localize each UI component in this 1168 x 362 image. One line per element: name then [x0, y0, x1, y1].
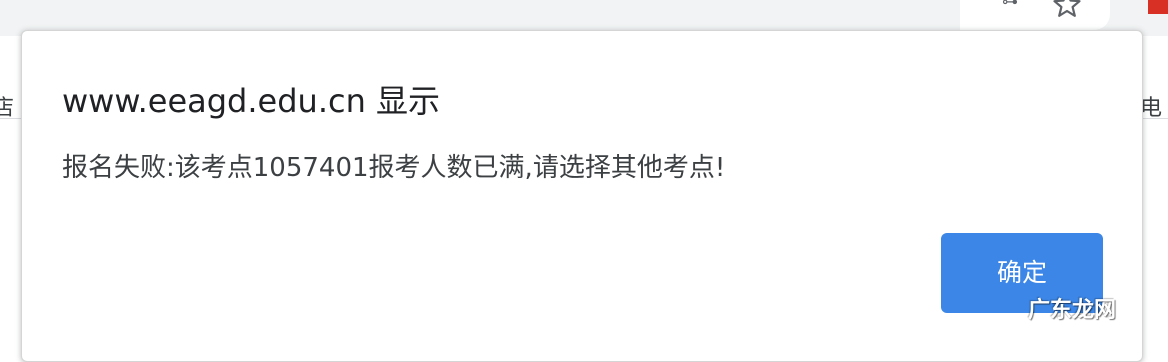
key-icon[interactable]: ⊶: [1002, 0, 1018, 10]
address-bar[interactable]: [960, 0, 1110, 30]
extension-icon[interactable]: [1148, 0, 1168, 14]
watermark-text: 广东龙网: [1028, 298, 1117, 323]
alert-dialog: www.eeagd.edu.cn 显示 报名失败:该考点1057401报考人数已…: [21, 30, 1143, 362]
dialog-title: www.eeagd.edu.cn 显示: [62, 82, 441, 120]
star-icon[interactable]: [1052, 0, 1082, 18]
dialog-message: 报名失败:该考点1057401报考人数已满,请选择其他考点!: [62, 153, 726, 183]
